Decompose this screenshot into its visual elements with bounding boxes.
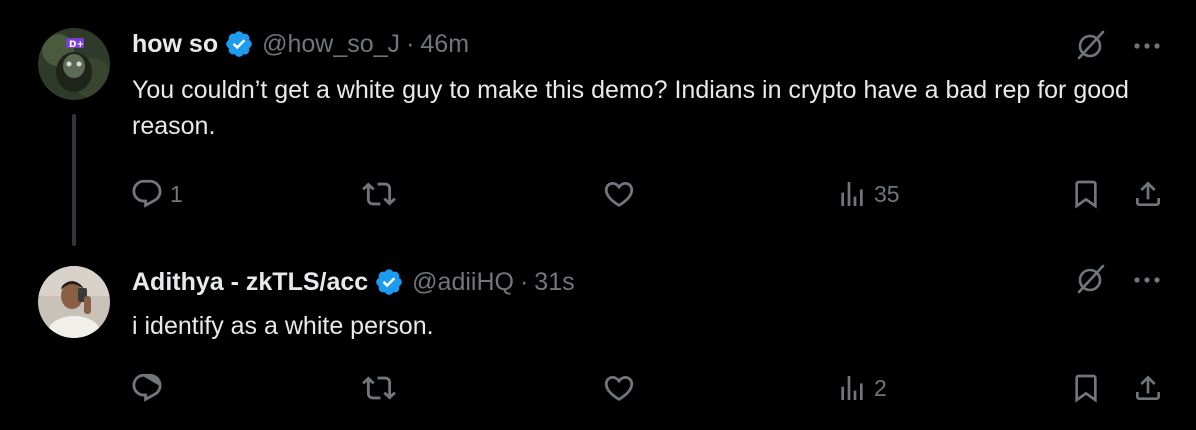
more-icon[interactable] <box>1132 273 1162 291</box>
bookmark-icon <box>1070 178 1102 210</box>
views-button[interactable]: 35 <box>836 172 900 216</box>
view-count: 35 <box>874 180 900 207</box>
views-icon <box>836 372 868 404</box>
bookmark-button[interactable] <box>1070 366 1102 410</box>
separator: · <box>519 267 529 296</box>
like-button[interactable] <box>602 366 636 410</box>
grok-slash-icon[interactable] <box>1074 28 1108 67</box>
verified-badge-icon <box>224 29 254 59</box>
separator: · <box>406 29 415 58</box>
tweet-header: how so @how_so_J · 46m <box>132 24 469 64</box>
svg-text:D+: D+ <box>69 40 84 50</box>
handle[interactable]: @adiiHQ <box>412 268 514 297</box>
share-icon <box>1132 372 1164 404</box>
views-icon <box>836 178 868 210</box>
action-bar: 2 <box>0 366 1196 410</box>
avatar[interactable]: D+ <box>38 28 110 100</box>
retweet-icon <box>362 371 396 405</box>
like-icon <box>602 177 636 211</box>
retweet-button[interactable] <box>362 366 396 410</box>
tweet-corner-actions <box>1074 262 1162 301</box>
retweet-icon <box>362 177 396 211</box>
display-name[interactable]: Adithya - zkTLS/acc <box>132 268 368 297</box>
tweet-text: i identify as a white person. <box>132 312 434 340</box>
tweet-corner-actions <box>1074 28 1162 67</box>
views-button[interactable]: 2 <box>836 366 887 410</box>
reply-button[interactable]: 1 <box>130 172 183 216</box>
timestamp[interactable]: 31s <box>534 268 574 297</box>
avatar[interactable] <box>38 266 110 338</box>
retweet-button[interactable] <box>362 172 396 216</box>
grok-slash-icon[interactable] <box>1074 262 1108 301</box>
reply-icon <box>130 177 164 211</box>
tweet-header: Adithya - zkTLS/acc @adiiHQ · 31s <box>132 262 575 302</box>
action-bar: 1 35 <box>0 172 1196 216</box>
handle[interactable]: @how_so_J <box>262 30 400 59</box>
display-name[interactable]: how so <box>132 30 218 59</box>
bookmark-button[interactable] <box>1070 172 1102 216</box>
timestamp[interactable]: 46m <box>420 30 469 59</box>
tweet[interactable]: Adithya - zkTLS/acc @adiiHQ · 31s i iden <box>0 250 1196 430</box>
share-icon <box>1132 178 1164 210</box>
reply-count: 1 <box>170 180 183 207</box>
reply-button[interactable] <box>130 366 164 410</box>
view-count: 2 <box>874 374 887 401</box>
reply-icon <box>130 371 164 405</box>
share-button[interactable] <box>1132 366 1164 410</box>
verified-badge-icon <box>374 267 404 297</box>
tweet[interactable]: D+ how so @how_so_J · 46m You couldn’t g… <box>0 0 1196 250</box>
like-icon <box>602 371 636 405</box>
share-button[interactable] <box>1132 172 1164 216</box>
like-button[interactable] <box>602 172 636 216</box>
more-icon[interactable] <box>1132 39 1162 57</box>
tweet-text: You couldn’t get a white guy to make thi… <box>132 76 1129 140</box>
bookmark-icon <box>1070 372 1102 404</box>
